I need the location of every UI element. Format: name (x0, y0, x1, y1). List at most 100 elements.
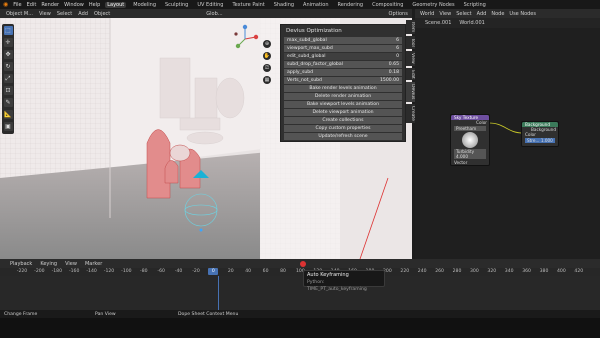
tab-texture-paint[interactable]: Texture Paint (230, 2, 266, 8)
auto-keyframe-record-icon[interactable] (300, 260, 307, 267)
annotate-icon[interactable]: ✎ (3, 98, 13, 107)
prop-edit-subd-global[interactable]: edit_subd_global 0 (284, 53, 402, 60)
timeline-tick-label: -20 (192, 269, 200, 274)
use-nodes-checkbox[interactable]: Use Nodes (509, 11, 536, 17)
timeline-tick-label: 340 (504, 269, 514, 274)
delete-viewport-animation-button[interactable]: Delete viewport animation (284, 109, 402, 116)
pan-hand-icon[interactable]: ✋ (263, 52, 271, 60)
sidebar-tab-create[interactable]: Create (406, 103, 415, 123)
node-menu-select[interactable]: Select (456, 11, 471, 17)
prop-subd-drop-factor[interactable]: subd_drop_factor_global 0.65 (284, 61, 402, 68)
timeline-tick-label: 320 (487, 269, 497, 274)
sidebar-tab-edit[interactable]: Edit (406, 67, 415, 81)
viewport-nav-tools: ⊕ ✋ ⎚ ▦ (262, 40, 272, 90)
tab-animation[interactable]: Animation (301, 2, 331, 8)
copy-custom-properties-button[interactable]: Copy custom properties (284, 125, 402, 132)
transform-icon[interactable]: ⊡ (3, 86, 13, 95)
sidebar-tabs: Item Tool View Edit Devius Create (406, 20, 415, 150)
timeline-tick-label: 220 (400, 269, 410, 274)
background-node[interactable]: Background Background Color Stre... 1.00… (521, 121, 559, 147)
options-menu[interactable]: Options (389, 11, 408, 17)
move-icon[interactable]: ✥ (3, 50, 13, 59)
mode-select[interactable]: Object M... (6, 11, 33, 17)
timeline-tick-label: -160 (68, 269, 80, 274)
create-collections-button[interactable]: Create collections (284, 117, 402, 124)
viewport-header: Object M... View Select Add Object Glob.… (0, 9, 412, 18)
timeline-tick-label: 80 (280, 269, 286, 274)
tab-shading[interactable]: Shading (272, 2, 296, 8)
rotate-icon[interactable]: ↻ (3, 62, 13, 71)
transform-orientation-select[interactable]: Glob... (206, 11, 222, 17)
update-refresh-scene-button[interactable]: Update/refresh scene (284, 133, 402, 140)
menu-help[interactable]: Help (89, 2, 100, 8)
viewport-menu-add[interactable]: Add (78, 11, 88, 17)
tab-layout[interactable]: Layout (105, 1, 127, 8)
prop-viewport-max-subd[interactable]: viewport_max_subd 6 (284, 45, 402, 52)
tab-modeling[interactable]: Modeling (131, 2, 158, 8)
turbidity-field[interactable]: Turbidity 4.000 (454, 149, 486, 159)
sidebar-tab-view[interactable]: View (406, 51, 415, 66)
prop-max-subd-global[interactable]: max_subd_global 6 (284, 37, 402, 44)
cursor-icon[interactable]: ✛ (3, 38, 13, 47)
tab-scripting[interactable]: Scripting (462, 2, 488, 8)
timeline-menu-playback[interactable]: Playback (10, 261, 32, 267)
viewport-menu-object[interactable]: Object (94, 11, 110, 17)
camera-icon[interactable]: ⎚ (263, 64, 271, 72)
menu-edit[interactable]: Edit (27, 2, 37, 8)
navigation-gizmo[interactable] (230, 24, 260, 54)
menu-window[interactable]: Window (64, 2, 84, 8)
playhead-line (218, 276, 219, 310)
tab-uv-editing[interactable]: UV Editing (195, 2, 225, 8)
menu-render[interactable]: Render (41, 2, 59, 8)
blender-logo-icon[interactable]: ◉ (3, 1, 8, 8)
timeline-body[interactable] (0, 276, 600, 310)
node-menu-add[interactable]: Add (477, 11, 487, 17)
timeline-tick-label: -40 (174, 269, 183, 274)
scale-icon[interactable]: ⤢ (3, 74, 13, 83)
prop-apply-subd[interactable]: apply_subd 0.18 (284, 69, 402, 76)
sidebar-tab-devius[interactable]: Devius (406, 82, 415, 102)
breadcrumb-scene[interactable]: Scene.001 (425, 20, 451, 26)
add-cube-icon[interactable]: ▣ (3, 122, 13, 131)
sidebar-tab-tool[interactable]: Tool (406, 36, 415, 49)
sky-type-select[interactable]: Preetham (454, 126, 486, 131)
node-menu-view[interactable]: View (439, 11, 451, 17)
sky-texture-node[interactable]: Sky Texture Color Preetham Turbidity 4.0… (450, 114, 490, 166)
letterbox-bar (0, 318, 600, 338)
panel-title: Devius Optimization (286, 28, 342, 34)
node-menu-node[interactable]: Node (491, 11, 504, 17)
world-select[interactable]: World (420, 11, 434, 17)
perspective-grid-icon[interactable]: ▦ (263, 76, 271, 84)
bake-viewport-levels-button[interactable]: Bake viewport levels animation (284, 101, 402, 108)
timeline-tick-label: -180 (51, 269, 63, 274)
viewport-menu-view[interactable]: View (39, 11, 51, 17)
prop-verts-not-subd[interactable]: Verts_not_subd 1500.00 (284, 77, 402, 84)
select-box-icon[interactable]: ⬚ (3, 26, 13, 35)
tab-rendering[interactable]: Rendering (336, 2, 366, 8)
timeline-menu-keying[interactable]: Keying (40, 261, 57, 267)
node-editor-canvas[interactable]: Sky Texture Color Preetham Turbidity 4.0… (415, 28, 600, 259)
tab-sculpting[interactable]: Sculpting (163, 2, 190, 8)
sidebar-tab-item[interactable]: Item (406, 20, 415, 35)
menu-file[interactable]: File (13, 2, 21, 8)
timeline-menu-view[interactable]: View (65, 261, 77, 267)
zoom-icon[interactable]: ⊕ (263, 40, 271, 48)
devius-optimization-panel: Devius Optimization max_subd_global 6 vie… (280, 24, 406, 142)
timeline-ruler[interactable]: -220 -200 -180 -160 -140 -120 -100 -80 -60 -40 -20… (0, 268, 600, 276)
tab-geometry-nodes[interactable]: Geometry Nodes (410, 2, 456, 8)
measure-icon[interactable]: 📐 (3, 110, 13, 119)
tab-compositing[interactable]: Compositing (370, 2, 405, 8)
timeline-tick-label: 20 (227, 269, 234, 274)
node-breadcrumb: Scene.001 World.001 (415, 18, 600, 28)
strength-field[interactable]: Stre... 1.000 (525, 138, 555, 143)
timeline-tick-label: -120 (103, 269, 115, 274)
status-pan-view: Pan View (95, 311, 116, 317)
breadcrumb-world[interactable]: World.001 (459, 20, 484, 26)
viewport-menu-select[interactable]: Select (57, 11, 72, 17)
node-editor-header: World View Select Add Node Use Nodes (415, 9, 600, 18)
timeline-menu-marker[interactable]: Marker (85, 261, 102, 267)
bake-render-levels-button[interactable]: Bake render levels animation (284, 85, 402, 92)
timeline-tick-label: -140 (86, 269, 97, 274)
current-frame-indicator[interactable]: 0 (208, 268, 219, 275)
delete-render-animation-button[interactable]: Delete render animation (284, 93, 402, 100)
